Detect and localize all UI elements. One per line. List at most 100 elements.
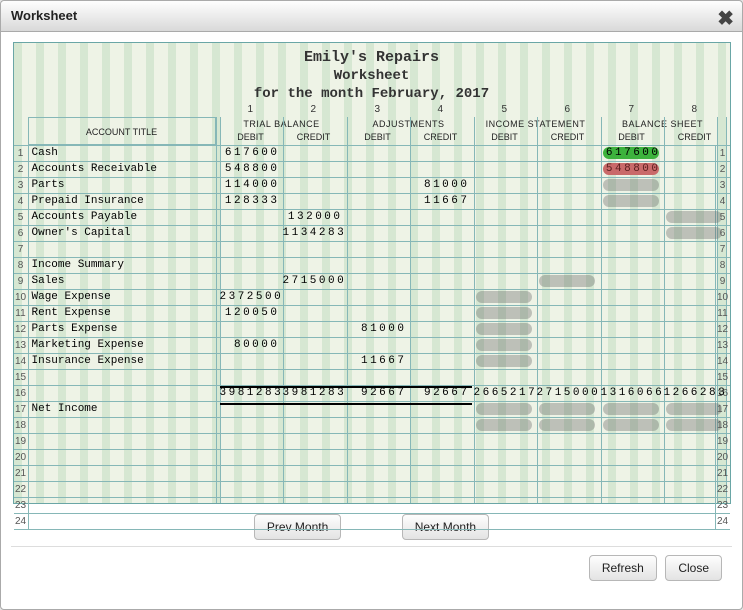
credit-header: CREDIT bbox=[537, 131, 599, 144]
amount-cell: 81000 bbox=[347, 322, 407, 337]
highlight-pill[interactable] bbox=[476, 339, 532, 351]
amount-cell: 617600 bbox=[601, 146, 661, 161]
debit-header: DEBIT bbox=[220, 131, 282, 144]
table-row: 1919 bbox=[14, 433, 730, 449]
amount-cell: 2715000 bbox=[283, 274, 343, 289]
row-number-left: 24 bbox=[14, 514, 29, 529]
row-number-right: 12 bbox=[715, 322, 730, 337]
account-name: Cash bbox=[32, 146, 216, 161]
account-name: Rent Expense bbox=[32, 306, 216, 321]
amount-cell: 1134283 bbox=[283, 226, 343, 241]
highlight-pill[interactable] bbox=[603, 179, 659, 191]
highlight-pill[interactable] bbox=[666, 211, 722, 223]
row-number-right: 4 bbox=[715, 194, 730, 209]
col-num: 4 bbox=[438, 103, 444, 116]
action-footer: Refresh Close bbox=[11, 546, 732, 589]
highlight-pill[interactable] bbox=[476, 403, 532, 415]
dialog-title: Worksheet bbox=[11, 8, 77, 23]
table-row: 33Parts11400081000 bbox=[14, 177, 730, 193]
row-number-right: 14 bbox=[715, 354, 730, 369]
row-number-left: 5 bbox=[14, 210, 29, 225]
section-header: BALANCE SHEET bbox=[601, 117, 725, 131]
table-row: 11Cash617600617600 bbox=[14, 145, 730, 161]
row-number-left: 14 bbox=[14, 354, 29, 369]
amount-cell: 128333 bbox=[220, 194, 280, 209]
highlight-pill[interactable] bbox=[476, 307, 532, 319]
highlight-pill[interactable] bbox=[666, 403, 722, 415]
highlight-pill[interactable] bbox=[539, 419, 595, 431]
amount-cell: 1266283 bbox=[664, 386, 724, 401]
section-header: INCOME STATEMENT bbox=[474, 117, 598, 131]
row-number-right: 13 bbox=[715, 338, 730, 353]
row-number-left: 15 bbox=[14, 370, 29, 385]
row-number-left: 10 bbox=[14, 290, 29, 305]
row-number-left: 18 bbox=[14, 418, 29, 433]
highlight-pill[interactable] bbox=[539, 275, 595, 287]
credit-header: CREDIT bbox=[410, 131, 472, 144]
worksheet-ledger: Emily's Repairs Worksheet for the month … bbox=[13, 42, 731, 504]
row-number-left: 17 bbox=[14, 402, 29, 417]
close-button[interactable]: Close bbox=[665, 555, 722, 581]
row-number-right: 7 bbox=[715, 242, 730, 257]
row-number-left: 16 bbox=[14, 386, 29, 401]
highlight-pill[interactable] bbox=[476, 291, 532, 303]
highlight-pill[interactable] bbox=[666, 419, 722, 431]
row-number-right: 20 bbox=[715, 450, 730, 465]
amount-cell: 3981283 bbox=[220, 386, 280, 401]
amount-cell: 3981283 bbox=[283, 386, 343, 401]
account-name: Wage Expense bbox=[32, 290, 216, 305]
row-number-left: 12 bbox=[14, 322, 29, 337]
section-header: TRIAL BALANCE bbox=[220, 117, 344, 131]
table-row: 1313Marketing Expense80000 bbox=[14, 337, 730, 353]
account-name: Prepaid Insurance bbox=[32, 194, 216, 209]
highlight-pill[interactable] bbox=[603, 403, 659, 415]
highlight-pill[interactable] bbox=[666, 227, 722, 239]
company-name: Emily's Repairs bbox=[14, 49, 730, 67]
row-number-right: 22 bbox=[715, 482, 730, 497]
amount-cell: 114000 bbox=[220, 178, 280, 193]
refresh-button[interactable]: Refresh bbox=[589, 555, 657, 581]
table-row: 44Prepaid Insurance12833311667 bbox=[14, 193, 730, 209]
amount-cell: 11667 bbox=[410, 194, 470, 209]
row-number-left: 11 bbox=[14, 306, 29, 321]
row-number-left: 21 bbox=[14, 466, 29, 481]
col-num: 3 bbox=[375, 103, 381, 116]
dialog-titlebar: Worksheet ✖ bbox=[1, 1, 742, 32]
amount-cell: 80000 bbox=[220, 338, 280, 353]
worksheet-label: Worksheet bbox=[14, 67, 730, 85]
close-icon[interactable]: ✖ bbox=[717, 4, 734, 34]
amount-cell: 92667 bbox=[347, 386, 407, 401]
col-num: 1 bbox=[248, 103, 254, 116]
highlight-pill[interactable] bbox=[476, 355, 532, 367]
row-number-left: 7 bbox=[14, 242, 29, 257]
amount-cell: 92667 bbox=[410, 386, 470, 401]
highlight-pill[interactable] bbox=[539, 403, 595, 415]
table-row: 1212Parts Expense81000 bbox=[14, 321, 730, 337]
debit-header: DEBIT bbox=[601, 131, 663, 144]
row-number-left: 2 bbox=[14, 162, 29, 177]
table-row: 1515 bbox=[14, 369, 730, 385]
row-number-right: 3 bbox=[715, 178, 730, 193]
table-row: 1616398128339812839266792667266521727150… bbox=[14, 385, 730, 401]
col-num: 6 bbox=[565, 103, 571, 116]
highlight-pill[interactable] bbox=[603, 419, 659, 431]
account-name: Income Summary bbox=[32, 258, 216, 273]
account-name: Parts bbox=[32, 178, 216, 193]
section-header: ADJUSTMENTS bbox=[347, 117, 471, 131]
table-row: 55Accounts Payable132000 bbox=[14, 209, 730, 225]
account-name: Accounts Payable bbox=[32, 210, 216, 225]
highlight-pill[interactable] bbox=[603, 195, 659, 207]
account-name: Parts Expense bbox=[32, 322, 216, 337]
dialog-content: Emily's Repairs Worksheet for the month … bbox=[1, 32, 742, 593]
table-row: 1010Wage Expense2372500 bbox=[14, 289, 730, 305]
row-number-left: 4 bbox=[14, 194, 29, 209]
amount-cell: 617600 bbox=[220, 146, 280, 161]
row-number-right: 8 bbox=[715, 258, 730, 273]
highlight-pill[interactable] bbox=[476, 323, 532, 335]
highlight-pill[interactable] bbox=[476, 419, 532, 431]
row-number-left: 9 bbox=[14, 274, 29, 289]
ledger-heading: Emily's Repairs Worksheet for the month … bbox=[14, 43, 730, 103]
amount-cell: 1316066 bbox=[601, 386, 661, 401]
table-row: 2222 bbox=[14, 481, 730, 497]
row-number-left: 19 bbox=[14, 434, 29, 449]
